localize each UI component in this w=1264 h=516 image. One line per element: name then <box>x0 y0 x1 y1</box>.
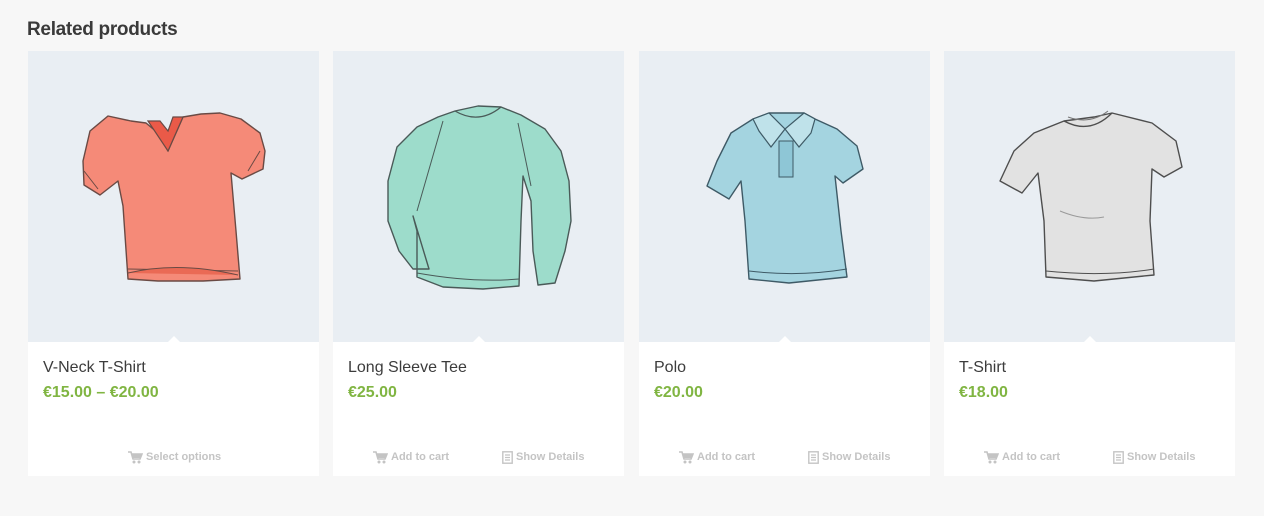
image-notch <box>778 336 792 343</box>
product-grid: V-Neck T-Shirt €15.00 – €20.00 Select op… <box>28 51 1235 476</box>
image-notch <box>472 336 486 343</box>
add-to-cart-label: Add to cart <box>1002 451 1061 463</box>
product-price: €25.00 <box>348 384 397 401</box>
v-neck-tshirt-image <box>82 112 266 282</box>
show-details-button[interactable]: Show Details <box>502 449 584 465</box>
product-image-link[interactable] <box>333 51 624 343</box>
document-icon <box>1113 450 1124 464</box>
show-details-label: Show Details <box>1127 451 1196 463</box>
product-title[interactable]: Polo <box>654 359 686 377</box>
product-card: T-Shirt €18.00 Add to cart Show Details <box>944 51 1235 476</box>
show-details-label: Show Details <box>822 451 891 463</box>
product-title[interactable]: V-Neck T-Shirt <box>43 359 146 377</box>
product-card: V-Neck T-Shirt €15.00 – €20.00 Select op… <box>28 51 319 476</box>
cart-icon <box>679 450 694 463</box>
cart-icon <box>128 450 143 463</box>
product-price: €18.00 <box>959 384 1008 401</box>
product-title[interactable]: Long Sleeve Tee <box>348 359 467 377</box>
show-details-button[interactable]: Show Details <box>808 449 890 465</box>
polo-image <box>706 112 864 284</box>
tshirt-image <box>999 110 1183 282</box>
document-icon <box>808 450 819 464</box>
section-heading: Related products <box>27 19 178 40</box>
add-to-cart-label: Add to cart <box>391 451 450 463</box>
product-image-link[interactable] <box>944 51 1235 343</box>
show-details-label: Show Details <box>516 451 585 463</box>
add-to-cart-button[interactable]: Add to cart <box>679 449 755 465</box>
select-options-label: Select options <box>146 451 222 463</box>
product-card: Polo €20.00 Add to cart Show Details <box>639 51 930 476</box>
product-price: €20.00 <box>654 384 703 401</box>
product-card: Long Sleeve Tee €25.00 Add to cart Show … <box>333 51 624 476</box>
product-title[interactable]: T-Shirt <box>959 359 1006 377</box>
select-options-button[interactable]: Select options <box>128 449 221 465</box>
product-image-link[interactable] <box>28 51 319 343</box>
show-details-button[interactable]: Show Details <box>1113 449 1195 465</box>
add-to-cart-button[interactable]: Add to cart <box>373 449 449 465</box>
image-notch <box>1083 336 1097 343</box>
cart-icon <box>984 450 999 463</box>
add-to-cart-button[interactable]: Add to cart <box>984 449 1060 465</box>
cart-icon <box>373 450 388 463</box>
add-to-cart-label: Add to cart <box>697 451 756 463</box>
long-sleeve-tee-image <box>387 105 572 290</box>
document-icon <box>502 450 513 464</box>
image-notch <box>167 336 181 343</box>
product-price: €15.00 – €20.00 <box>43 384 159 401</box>
product-image-link[interactable] <box>639 51 930 343</box>
